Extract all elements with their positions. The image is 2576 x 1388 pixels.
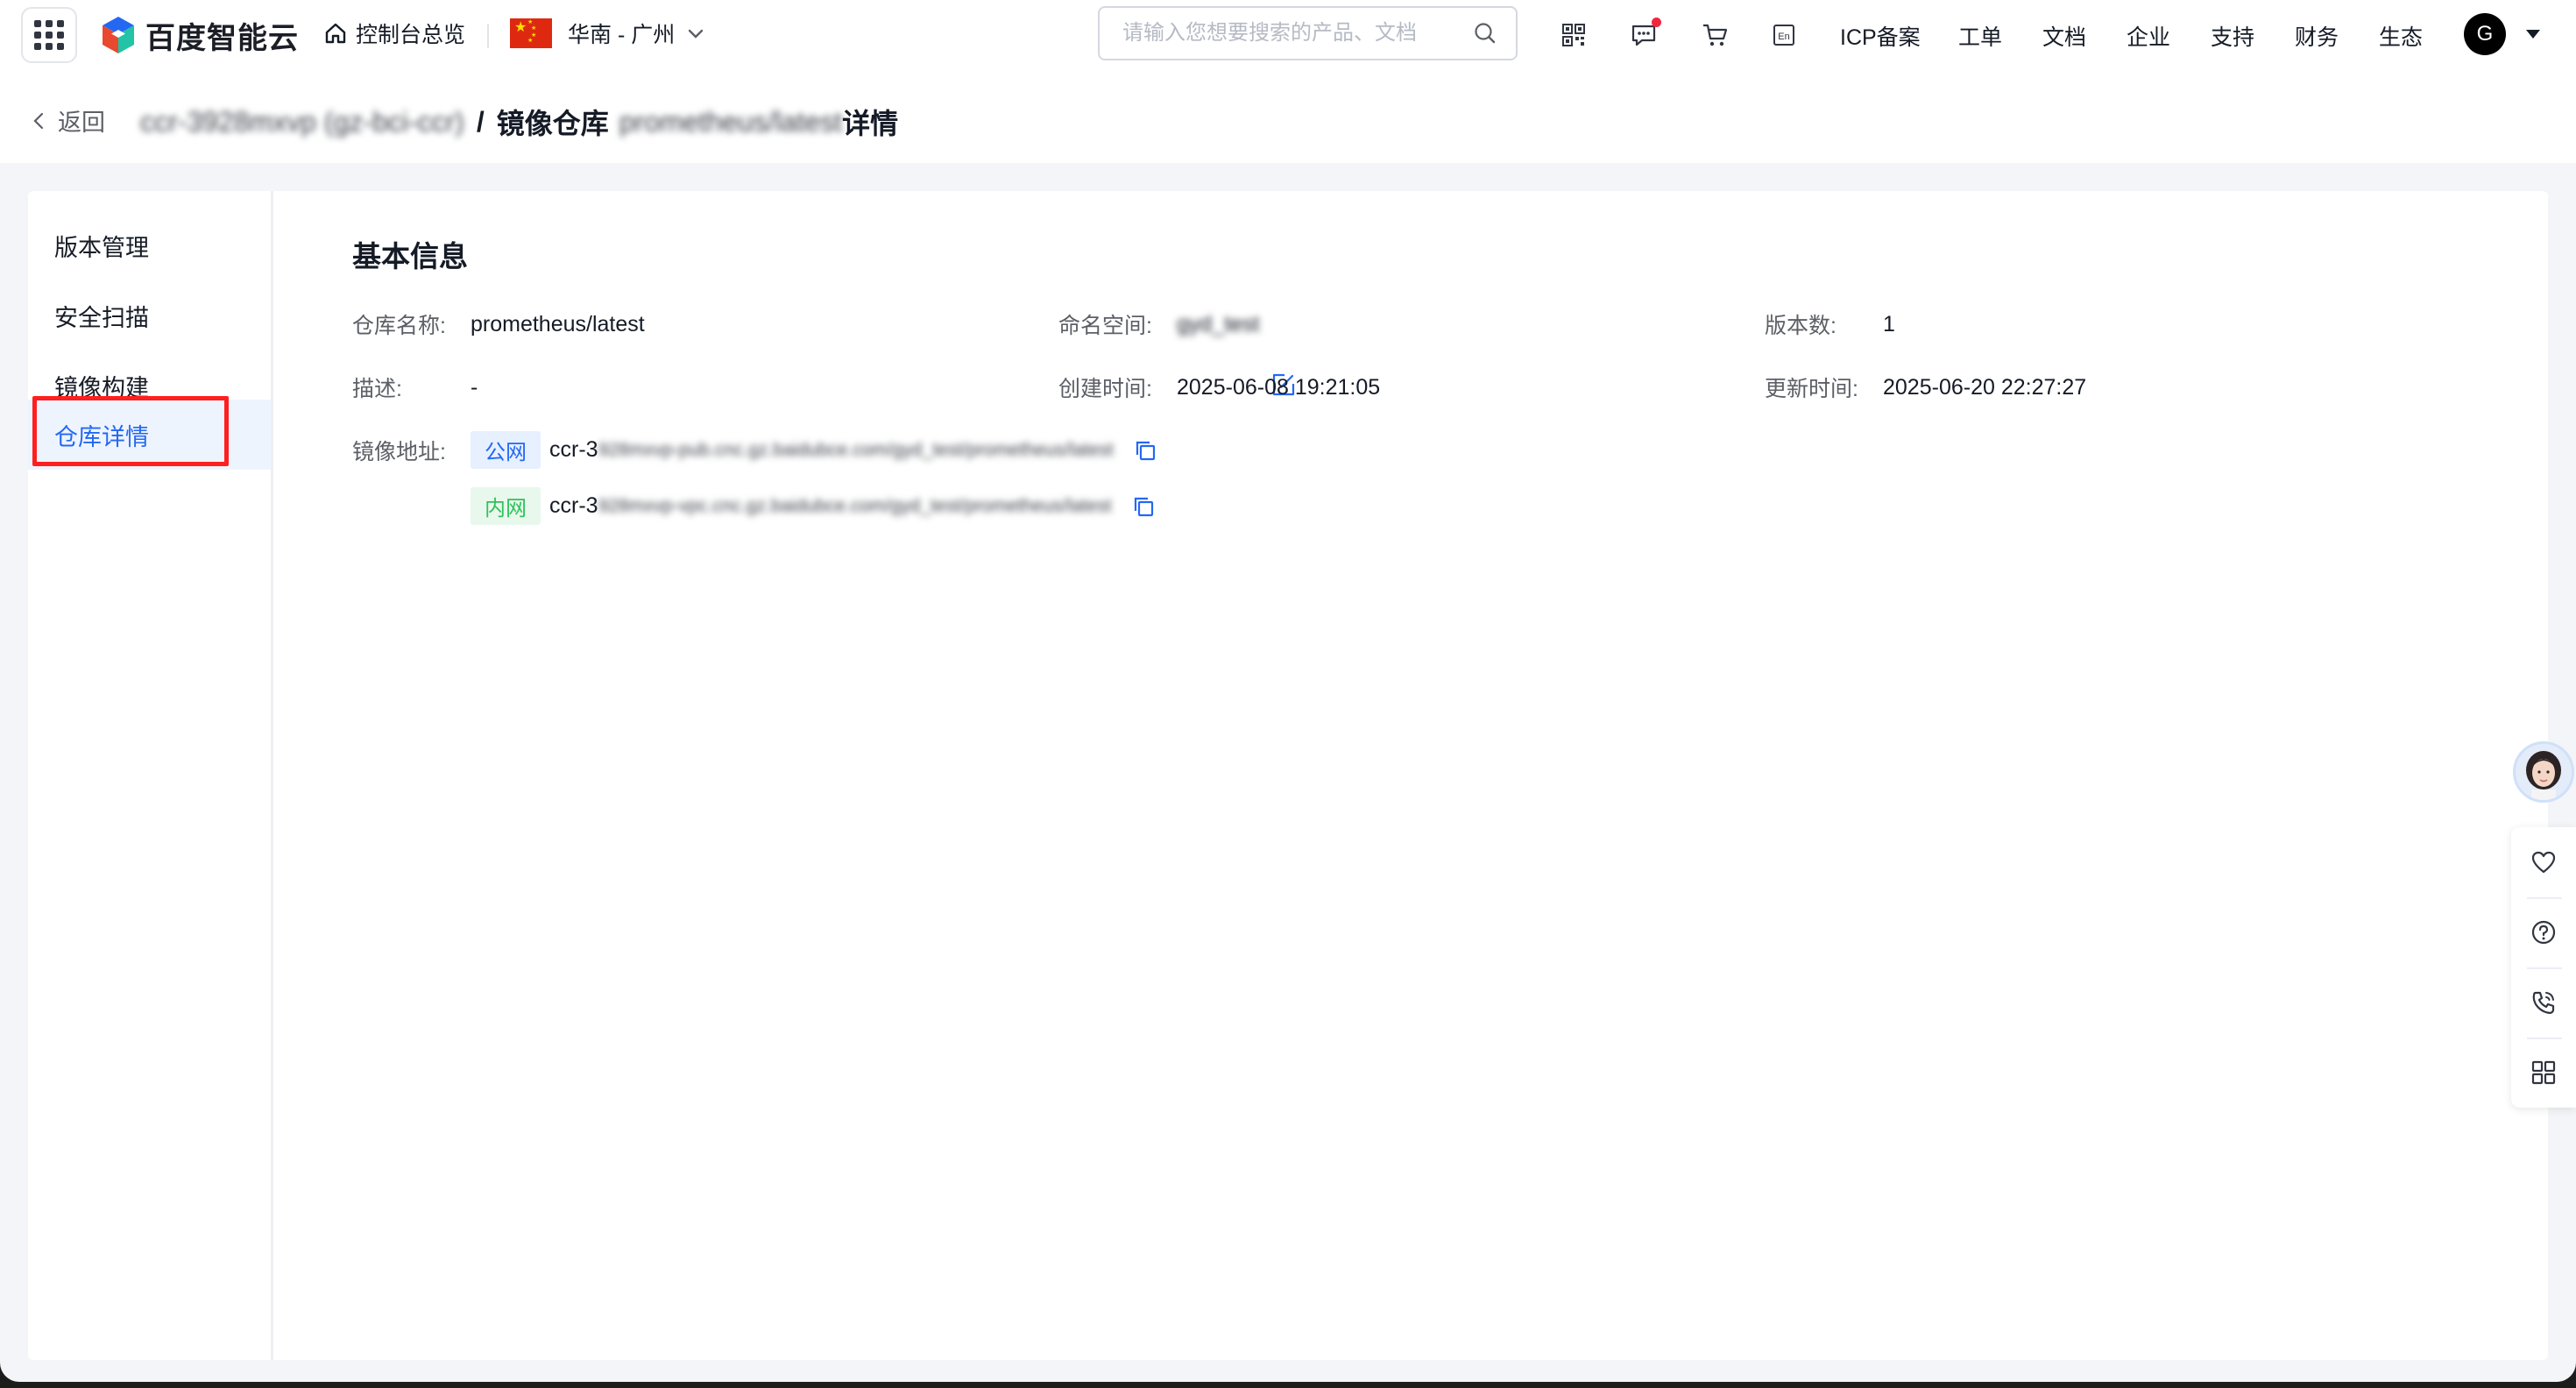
- breadcrumb-separator: /: [476, 105, 485, 138]
- divider: [487, 24, 489, 48]
- qrcode-icon[interactable]: [1558, 19, 1589, 51]
- chevron-down-icon: [689, 29, 704, 39]
- logo-text: 百度智能云: [145, 21, 299, 55]
- breadcrumb-suffix: 详情: [842, 108, 899, 139]
- repo-details-content: 基本信息 仓库名称: prometheus/latest 命名空间: gyd_t…: [352, 191, 2548, 1360]
- baidu-cloud-logo[interactable]: 百度智能云: [100, 14, 299, 56]
- nav-link-enterprise[interactable]: 企业: [2127, 20, 2170, 52]
- field-repo-name: 仓库名称: prometheus/latest: [352, 308, 645, 340]
- assistant-avatar[interactable]: [2513, 741, 2574, 803]
- field-label: 描述:: [352, 377, 402, 401]
- message-icon[interactable]: [1628, 18, 1661, 51]
- nav-link-finance[interactable]: 财务: [2295, 20, 2339, 52]
- help-icon[interactable]: [2511, 897, 2576, 967]
- private-network-tag: 内网: [471, 487, 541, 525]
- assistant-portrait-icon: [2516, 744, 2572, 800]
- field-label: 命名空间:: [1058, 314, 1152, 338]
- cart-icon[interactable]: [1699, 19, 1730, 51]
- phone-icon[interactable]: [2511, 967, 2576, 1037]
- product-menu-button[interactable]: [21, 7, 77, 63]
- page-title: ccr-3928mxvp (gz-bci-ccr) / 镜像仓库 prometh…: [140, 102, 898, 142]
- china-flag-icon: ★ ★ ★ ★ ★: [510, 18, 552, 48]
- field-image-address: 镜像地址:: [352, 435, 471, 466]
- region-label: 华南 - 广州: [568, 23, 676, 47]
- field-value: prometheus/latest: [471, 311, 645, 336]
- caret-down-icon[interactable]: [2526, 30, 2540, 39]
- console-app: 百度智能云 控制台总览 ★ ★ ★ ★ ★ 华南 - 广州 请输入您想要搜索的产…: [0, 0, 2576, 1382]
- breadcrumb-repo-name: prometheus/latest: [619, 105, 843, 138]
- private-address-row: 内网 ccr-3 928mxvp-vpc.cnc.gz.baidubce.com…: [471, 487, 1156, 525]
- nav-link-support[interactable]: 支持: [2211, 20, 2254, 52]
- apps-icon[interactable]: [2511, 1037, 2576, 1108]
- main-panel: 版本管理 安全扫描 镜像构建 仓库详情 基本信息 仓库名称: prometheu…: [28, 191, 2548, 1360]
- sidebar-item-security-scan[interactable]: 安全扫描: [28, 280, 271, 351]
- public-network-tag: 公网: [471, 431, 541, 469]
- home-label: 控制台总览: [356, 23, 466, 47]
- field-label: 创建时间:: [1058, 377, 1152, 401]
- sidebar-item-repo-details[interactable]: 仓库详情: [28, 400, 271, 470]
- search-icon[interactable]: [1474, 22, 1497, 45]
- home-icon: [325, 23, 346, 44]
- field-label: 镜像地址:: [352, 440, 446, 464]
- field-description: 描述: -: [352, 372, 478, 403]
- public-address-prefix: ccr-3: [549, 437, 598, 462]
- notification-badge: [1652, 18, 1661, 27]
- console-home-link[interactable]: 控制台总览: [324, 18, 465, 49]
- private-address-prefix: ccr-3: [549, 493, 598, 518]
- section-title-basic-info: 基本信息: [352, 240, 468, 273]
- floating-toolbar: [2511, 827, 2576, 1108]
- cube-logo-icon: [103, 17, 134, 53]
- heart-icon[interactable]: [2511, 827, 2576, 897]
- nav-link-icp[interactable]: ICP备案: [1840, 20, 1921, 52]
- chevron-left-icon: [33, 112, 44, 129]
- field-label: 版本数:: [1765, 314, 1836, 338]
- nav-link-docs[interactable]: 文档: [2042, 20, 2086, 52]
- private-address-value: 928mxvp-vpc.cnc.gz.baidubce.com/gyd_test…: [598, 495, 1112, 516]
- public-address-value: 928mxvp-pub.cnc.gz.baidubce.com/gyd_test…: [598, 439, 1114, 460]
- sidebar-item-label: 安全扫描: [54, 304, 149, 331]
- field-label: 仓库名称:: [352, 314, 446, 338]
- field-value: 1: [1883, 311, 1895, 336]
- page-header: 返回 ccr-3928mxvp (gz-bci-ccr) / 镜像仓库 prom…: [0, 75, 2576, 163]
- nav-link-ticket[interactable]: 工单: [1958, 20, 2002, 52]
- field-label: 更新时间:: [1765, 377, 1858, 401]
- copy-icon[interactable]: [1131, 494, 1156, 519]
- back-label: 返回: [58, 110, 105, 136]
- field-created-time: 创建时间: 2025-06-08 19:21:05: [1058, 372, 1380, 403]
- breadcrumb-repo-prefix: 镜像仓库: [496, 108, 609, 139]
- field-updated-time: 更新时间: 2025-06-20 22:27:27: [1765, 372, 2086, 403]
- field-version-count: 版本数: 1: [1765, 308, 1895, 340]
- top-navigation-bar: 百度智能云 控制台总览 ★ ★ ★ ★ ★ 华南 - 广州 请输入您想要搜索的产…: [0, 0, 2576, 75]
- field-value: gyd_test: [1177, 311, 1260, 336]
- sidebar-item-label: 版本管理: [54, 234, 149, 261]
- language-en-icon[interactable]: En: [1768, 19, 1800, 51]
- sidebar-item-label: 仓库详情: [54, 423, 149, 450]
- public-address-row: 公网 ccr-3 928mxvp-pub.cnc.gz.baidubce.com…: [471, 431, 1157, 469]
- breadcrumb-instance[interactable]: ccr-3928mxvp (gz-bci-ccr): [140, 106, 464, 138]
- svg-text:En: En: [1778, 32, 1789, 42]
- field-value: 2025-06-08 19:21:05: [1177, 374, 1381, 400]
- search-box[interactable]: [1098, 6, 1518, 60]
- field-value: -: [471, 374, 478, 400]
- nav-link-ecosystem[interactable]: 生态: [2379, 20, 2423, 52]
- side-menu: 版本管理 安全扫描 镜像构建 仓库详情: [28, 191, 273, 1360]
- field-namespace: 命名空间: gyd_test: [1058, 308, 1260, 340]
- search-input[interactable]: [1122, 21, 1474, 46]
- field-value: 2025-06-20 22:27:27: [1883, 374, 2087, 400]
- user-avatar[interactable]: G: [2464, 13, 2506, 55]
- sidebar-item-label: 镜像构建: [54, 374, 149, 401]
- back-button[interactable]: 返回: [32, 103, 105, 138]
- region-selector[interactable]: ★ ★ ★ ★ ★ 华南 - 广州: [510, 18, 704, 49]
- grid-icon: [34, 20, 64, 50]
- sidebar-item-version-management[interactable]: 版本管理: [28, 210, 271, 280]
- copy-icon[interactable]: [1133, 438, 1157, 463]
